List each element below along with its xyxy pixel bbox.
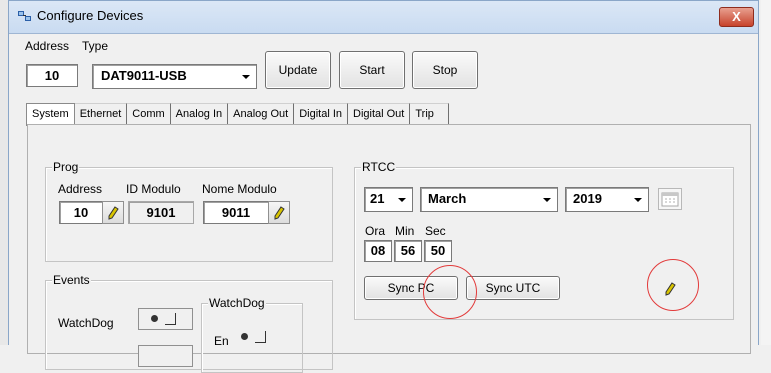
tab-trip[interactable]: Trip (410, 103, 449, 124)
status-led-icon (241, 333, 248, 340)
watchdog-label: WatchDog (58, 316, 114, 330)
id-modulo-field: 9101 (128, 201, 194, 224)
day-select[interactable]: 21 (364, 187, 413, 212)
tab-strip: System Ethernet Comm Analog In Analog Ou… (26, 103, 449, 126)
rtcc-group-title: RTCC (361, 160, 397, 174)
type-select[interactable]: DAT9011-USB (92, 64, 257, 89)
prog-group: Prog Address ID Modulo Nome Modulo 10 91… (45, 160, 333, 262)
calendar-button[interactable] (658, 188, 682, 210)
app-icon (18, 11, 31, 21)
hour-value: 08 (370, 243, 386, 258)
pencil-icon (665, 282, 676, 296)
year-value: 2019 (573, 191, 602, 206)
en-label: En (214, 334, 229, 348)
tab-ethernet[interactable]: Ethernet (74, 103, 128, 124)
chevron-down-icon[interactable] (238, 67, 254, 86)
address-label: Address (25, 39, 70, 53)
sec-label: Sec (425, 224, 446, 238)
tab-analog-in[interactable]: Analog In (170, 103, 229, 124)
type-value: DAT9011-USB (101, 68, 187, 83)
year-select[interactable]: 2019 (565, 187, 649, 212)
close-button[interactable]: X (719, 7, 754, 27)
sync-pc-button[interactable]: Sync PC (364, 276, 458, 300)
nome-modulo-value: 9011 (221, 205, 251, 220)
events-group-title: Events (52, 273, 91, 287)
sync-utc-button[interactable]: Sync UTC (466, 276, 560, 300)
tab-digital-in[interactable]: Digital In (294, 103, 348, 124)
chevron-down-icon[interactable] (630, 190, 646, 209)
toggle-indicator-icon (165, 313, 176, 325)
configure-devices-window: Configure Devices X Address Type 10 DAT9… (8, 0, 759, 373)
events-group: Events WatchDog WatchDog En (45, 273, 333, 373)
tab-comm[interactable]: Comm (127, 103, 171, 124)
chevron-down-icon[interactable] (394, 190, 410, 209)
background-right-edge (761, 0, 771, 345)
status-led-icon (151, 315, 158, 322)
watchdog-subgroup: WatchDog En (201, 296, 303, 373)
hour-input[interactable]: 08 (364, 240, 392, 262)
month-select[interactable]: March (420, 187, 558, 212)
month-value: March (428, 191, 467, 206)
prog-address-value: 10 (73, 205, 89, 220)
calendar-icon (661, 192, 679, 207)
nome-modulo-label: Nome Modulo (202, 182, 277, 196)
watchdog-toggle[interactable] (138, 308, 193, 330)
id-modulo-value: 9101 (146, 205, 176, 220)
system-tab-panel: Prog Address ID Modulo Nome Modulo 10 91… (27, 124, 751, 373)
update-button[interactable]: Update (265, 51, 331, 89)
minute-input[interactable]: 56 (394, 240, 422, 262)
id-modulo-label: ID Modulo (126, 182, 181, 196)
tab-analog-out[interactable]: Analog Out (228, 103, 295, 124)
title-bar: Configure Devices X (9, 1, 758, 34)
prog-group-title: Prog (52, 160, 80, 174)
tab-digital-out[interactable]: Digital Out (348, 103, 411, 124)
prog-address-input[interactable]: 10 (59, 201, 103, 224)
second-input[interactable]: 50 (424, 240, 452, 262)
minute-value: 56 (400, 243, 416, 258)
day-value: 21 (370, 191, 385, 206)
ora-label: Ora (365, 224, 386, 238)
edit-address-button[interactable] (102, 201, 124, 224)
address-value: 10 (44, 68, 60, 83)
rtcc-group: RTCC 21 March 2019 Ora Min Sec 08 56 50 … (354, 160, 734, 320)
chevron-down-icon[interactable] (539, 190, 555, 209)
edit-name-button[interactable] (268, 201, 290, 224)
watchdog-subgroup-title: WatchDog (208, 296, 266, 310)
prog-address-label: Address (58, 182, 103, 196)
pencil-icon (108, 205, 119, 220)
edit-rtcc-button[interactable] (659, 278, 681, 300)
address-input[interactable]: 10 (26, 64, 78, 87)
second-value: 50 (430, 243, 446, 258)
close-icon: X (732, 9, 741, 24)
stop-button[interactable]: Stop (412, 51, 478, 89)
nome-modulo-input[interactable]: 9011 (203, 201, 269, 224)
toggle-indicator-icon (255, 331, 266, 343)
start-button[interactable]: Start (339, 51, 405, 89)
window-title: Configure Devices (37, 8, 144, 23)
pencil-icon (274, 205, 285, 220)
type-label: Type (82, 39, 109, 53)
min-label: Min (395, 224, 415, 238)
tab-system[interactable]: System (26, 103, 75, 126)
watchdog-toggle-2[interactable] (138, 345, 193, 367)
